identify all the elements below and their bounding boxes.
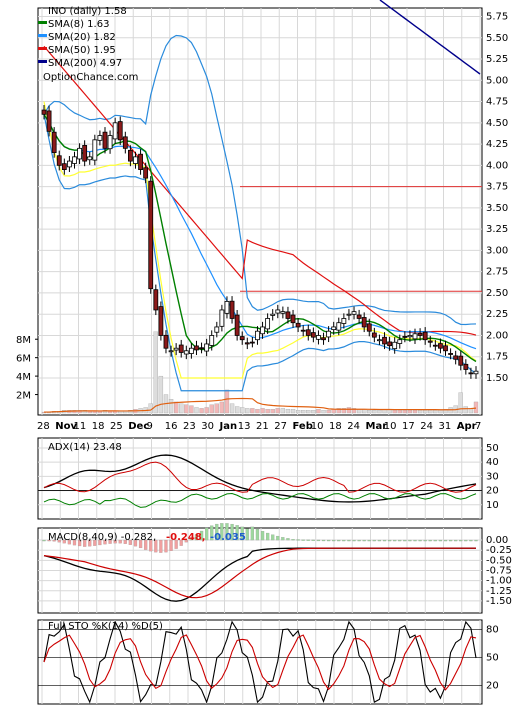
sma50-swatch (38, 47, 47, 50)
price-legend: INO (daily) 1.58 SMA(8) 1.63 SMA(20) 1.8… (38, 6, 138, 83)
legend-sma50: SMA(50) 1.95 (48, 45, 116, 56)
sto-legend: Full STO %K(14) %D(5) (48, 621, 163, 632)
sma20-swatch (38, 34, 47, 37)
legends-overlay: INO (daily) 1.58 SMA(8) 1.63 SMA(20) 1.8… (38, 6, 246, 632)
macd-value-blue: -0.035 (210, 532, 246, 543)
sma200-swatch (38, 60, 47, 63)
macd-value-red: -0.248, (166, 532, 206, 543)
adx-legend: ADX(14) 23.48 (48, 442, 122, 453)
watermark: OptionChance.com (43, 72, 138, 83)
legend-sma200: SMA(200) 4.97 (48, 58, 122, 69)
legend-ino: INO (daily) 1.58 (48, 6, 127, 17)
macd-legend: MACD(8,40,9) -0.282, (48, 532, 156, 543)
legend-sma8: SMA(8) 1.63 (48, 19, 109, 30)
legend-sma20: SMA(20) 1.82 (48, 32, 116, 43)
stock-chart: 28 Nov 11 18 25 Dec 9 16 23 30 Jan 13 21 27 Feb 10 18 24 M… (0, 0, 526, 706)
sma8-swatch (38, 21, 47, 24)
